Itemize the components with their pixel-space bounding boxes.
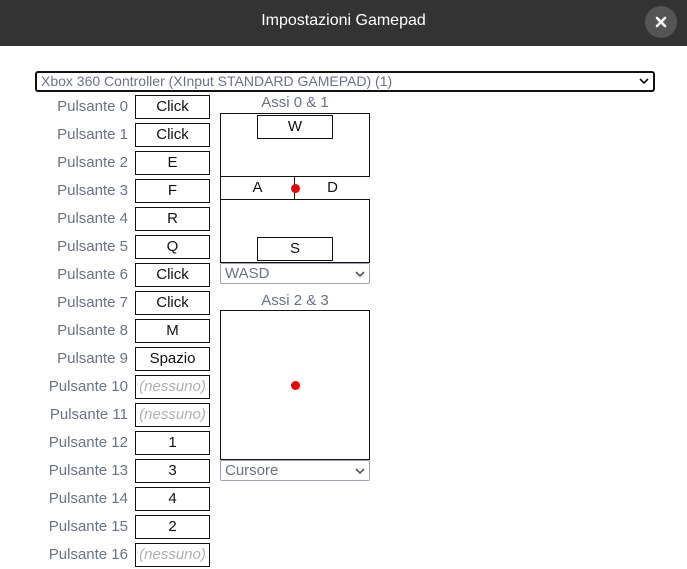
button-label: Pulsante 12: [48, 434, 128, 451]
button-mapping-row: Pulsante 9 Spazio: [0, 347, 215, 371]
button-label: Pulsante 10: [48, 378, 128, 395]
button-mapping-row: Pulsante 10 (nessuno): [0, 375, 215, 399]
button-binding-field[interactable]: M: [135, 319, 210, 343]
button-binding-field[interactable]: 1: [135, 431, 210, 455]
button-mapping-row: Pulsante 0 Click: [0, 95, 215, 119]
chevron-down-icon: [639, 78, 649, 85]
button-mapping-row: Pulsante 15 2: [0, 515, 215, 539]
button-binding-field[interactable]: (nessuno): [135, 403, 210, 427]
button-label: Pulsante 14: [48, 490, 128, 507]
axis-position-indicator: [291, 184, 300, 193]
button-binding-field[interactable]: (nessuno): [135, 543, 210, 567]
button-binding-field[interactable]: Click: [135, 263, 210, 287]
axes-0-1-mapping-value: WASD: [225, 265, 270, 282]
axis-left-key[interactable]: A: [221, 176, 295, 200]
button-mapping-row: Pulsante 4 R: [0, 207, 215, 231]
axes-2-3-mapping-value: Cursore: [225, 462, 279, 479]
button-label: Pulsante 0: [57, 98, 128, 115]
button-mapping-row: Pulsante 14 4: [0, 487, 215, 511]
button-mapping-row: Pulsante 3 F: [0, 179, 215, 203]
axes-2-3-mapping-select[interactable]: Cursore: [220, 460, 370, 481]
button-binding-field[interactable]: R: [135, 207, 210, 231]
button-label: Pulsante 11: [49, 406, 128, 423]
button-label: Pulsante 7: [57, 294, 128, 311]
button-binding-field[interactable]: Click: [135, 291, 210, 315]
button-label: Pulsante 15: [48, 518, 128, 535]
close-button[interactable]: [645, 6, 677, 38]
button-label: Pulsante 8: [57, 322, 128, 339]
button-binding-field[interactable]: 3: [135, 459, 210, 483]
button-label: Pulsante 3: [57, 182, 128, 199]
button-mapping-row: Pulsante 12 1: [0, 431, 215, 455]
axes-0-1-mapping-select[interactable]: WASD: [220, 263, 370, 284]
button-binding-field[interactable]: E: [135, 151, 210, 175]
button-label: Pulsante 6: [57, 266, 128, 283]
axis-right-key[interactable]: D: [294, 176, 370, 200]
button-binding-field[interactable]: F: [135, 179, 210, 203]
axes-2-3-pad: [220, 310, 370, 460]
button-label: Pulsante 13: [48, 462, 128, 479]
dialog-title: Impostazioni Gamepad: [261, 12, 426, 29]
button-binding-field[interactable]: 2: [135, 515, 210, 539]
controller-select-value: Xbox 360 Controller (XInput STANDARD GAM…: [41, 73, 393, 89]
button-mapping-row: Pulsante 5 Q: [0, 235, 215, 259]
button-binding-field[interactable]: Spazio: [135, 347, 210, 371]
button-binding-field[interactable]: (nessuno): [135, 375, 210, 399]
button-mapping-row: Pulsante 7 Click: [0, 291, 215, 315]
axis-up-key[interactable]: W: [257, 115, 333, 139]
chevron-down-icon: [355, 271, 365, 278]
button-mapping-row: Pulsante 6 Click: [0, 263, 215, 287]
button-mapping-row: Pulsante 8 M: [0, 319, 215, 343]
button-binding-field[interactable]: Q: [135, 235, 210, 259]
button-mapping-row: Pulsante 2 E: [0, 151, 215, 175]
controller-select[interactable]: Xbox 360 Controller (XInput STANDARD GAM…: [35, 71, 655, 92]
button-binding-field[interactable]: Click: [135, 123, 210, 147]
button-binding-field[interactable]: Click: [135, 95, 210, 119]
dialog-titlebar: Impostazioni Gamepad: [0, 0, 687, 46]
button-binding-field[interactable]: 4: [135, 487, 210, 511]
button-mapping-row: Pulsante 1 Click: [0, 123, 215, 147]
axes-0-1-pad: W A D S: [220, 113, 370, 263]
axes-2-3-label: Assi 2 & 3: [261, 292, 329, 309]
axis-down-key[interactable]: S: [257, 237, 333, 261]
button-mapping-row: Pulsante 16 (nessuno): [0, 543, 215, 567]
button-mapping-row: Pulsante 13 3: [0, 459, 215, 483]
axis-position-indicator: [291, 381, 300, 390]
axes-0-1-label: Assi 0 & 1: [261, 94, 329, 111]
button-label: Pulsante 16: [48, 546, 128, 563]
button-label: Pulsante 1: [57, 126, 128, 143]
chevron-down-icon: [355, 468, 365, 475]
button-label: Pulsante 5: [57, 238, 128, 255]
button-label: Pulsante 2: [57, 154, 128, 171]
button-mapping-row: Pulsante 11 (nessuno): [0, 403, 215, 427]
close-icon: [655, 16, 667, 28]
button-label: Pulsante 4: [57, 210, 128, 227]
button-label: Pulsante 9: [57, 350, 128, 367]
